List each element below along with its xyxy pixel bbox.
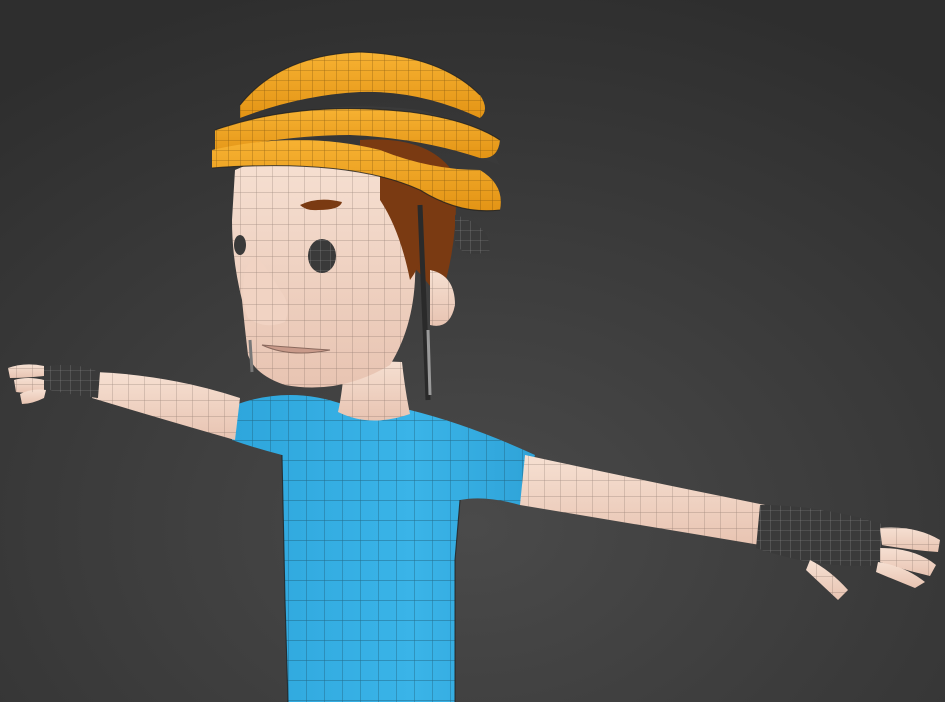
character-mesh-render[interactable] xyxy=(0,0,945,702)
3d-viewport[interactable] xyxy=(0,0,945,702)
